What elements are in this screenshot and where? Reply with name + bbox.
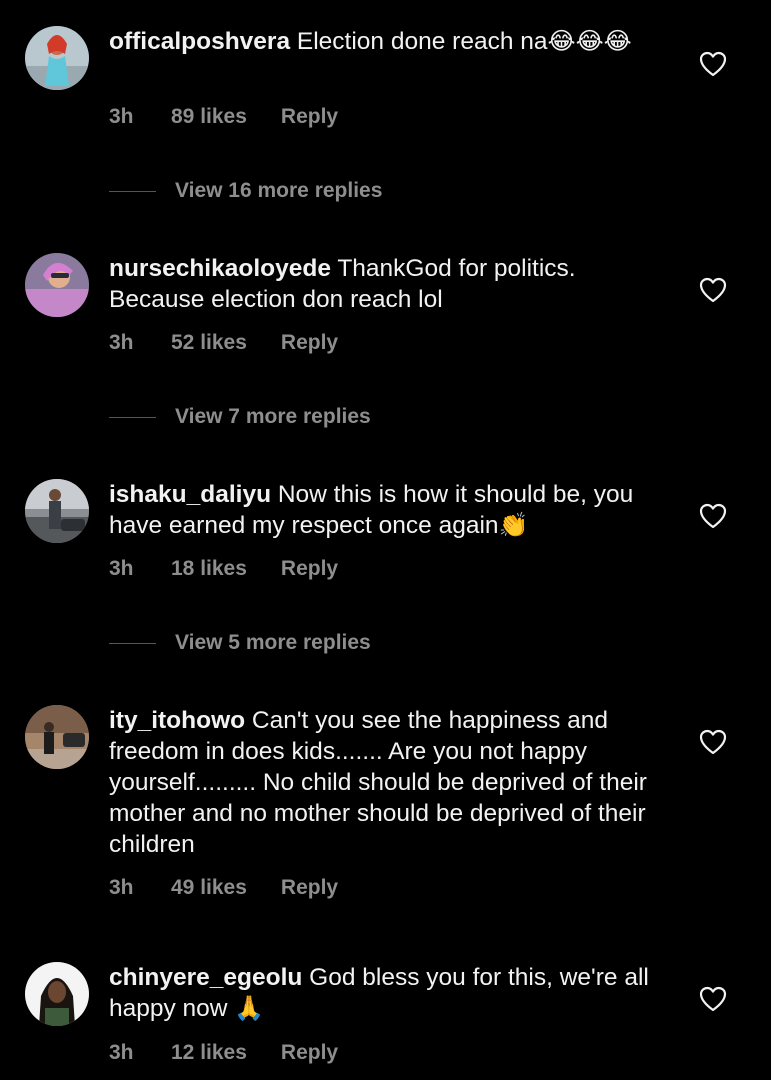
divider-line [109, 642, 156, 644]
heart-outline-icon[interactable] [699, 986, 727, 1012]
avatar-photo [25, 253, 89, 317]
view-replies-label: View 5 more replies [175, 631, 371, 654]
divider-line [109, 416, 156, 418]
view-more-replies-button[interactable]: View 5 more replies [109, 631, 371, 655]
view-more-replies-button[interactable]: View 16 more replies [109, 179, 382, 203]
reply-button[interactable]: Reply [281, 1041, 338, 1065]
laughing-emoji: 😂😂😂 [547, 27, 632, 55]
avatar-photo [25, 705, 89, 769]
comment-text: officalposhvera Election done reach na😂😂… [109, 26, 669, 57]
reply-button[interactable]: Reply [281, 876, 338, 900]
heart-outline-icon[interactable] [699, 729, 727, 755]
comment-meta: 3h 12 likes Reply [109, 1041, 338, 1065]
avatar[interactable] [25, 479, 89, 543]
reply-button[interactable]: Reply [281, 331, 338, 355]
comment-time: 3h [109, 876, 134, 899]
avatar[interactable] [25, 26, 89, 90]
heart-outline-icon[interactable] [699, 51, 727, 77]
comment-text: ity_itohowo Can't you see the happiness … [109, 705, 669, 860]
comment-username[interactable]: officalposhvera [109, 28, 290, 55]
avatar-photo [25, 26, 89, 90]
view-more-replies-button[interactable]: View 7 more replies [109, 405, 371, 429]
comment-text: chinyere_egeolu God bless you for this, … [109, 962, 669, 1024]
comment-body: Election done reach na [290, 28, 548, 55]
comment-username[interactable]: chinyere_egeolu [109, 964, 302, 991]
avatar-photo [25, 962, 89, 1026]
comment-username[interactable]: ishaku_daliyu [109, 481, 271, 508]
view-replies-label: View 16 more replies [175, 179, 383, 202]
comment-likes[interactable]: 49 likes [171, 876, 247, 900]
heart-outline-icon[interactable] [699, 503, 727, 529]
comment-text: nursechikaoloyede ThankGod for politics.… [109, 253, 669, 315]
comment-meta: 3h 52 likes Reply [109, 331, 338, 355]
folded-hands-emoji: 🙏 [234, 994, 265, 1022]
comment-likes[interactable]: 89 likes [171, 105, 247, 129]
comment-likes[interactable]: 52 likes [171, 331, 247, 355]
comment-time: 3h [109, 557, 134, 580]
avatar[interactable] [25, 962, 89, 1026]
avatar[interactable] [25, 705, 89, 769]
comment-likes[interactable]: 12 likes [171, 1041, 247, 1065]
comment-meta: 3h 49 likes Reply [109, 876, 338, 900]
avatar[interactable] [25, 253, 89, 317]
comment-time: 3h [109, 1041, 134, 1064]
reply-button[interactable]: Reply [281, 105, 338, 129]
avatar-photo [25, 479, 89, 543]
comment-likes[interactable]: 18 likes [171, 557, 247, 581]
comment-time: 3h [109, 331, 134, 354]
comment-username[interactable]: ity_itohowo [109, 707, 245, 734]
comment-text: ishaku_daliyu Now this is how it should … [109, 479, 669, 541]
comment-time: 3h [109, 105, 134, 128]
clapping-hands-emoji: 👏 [498, 511, 529, 539]
reply-button[interactable]: Reply [281, 557, 338, 581]
comment-meta: 3h 18 likes Reply [109, 557, 338, 581]
comment-username[interactable]: nursechikaoloyede [109, 255, 331, 282]
view-replies-label: View 7 more replies [175, 405, 371, 428]
heart-outline-icon[interactable] [699, 277, 727, 303]
comment-meta: 3h 89 likes Reply [109, 105, 338, 129]
divider-line [109, 190, 156, 192]
